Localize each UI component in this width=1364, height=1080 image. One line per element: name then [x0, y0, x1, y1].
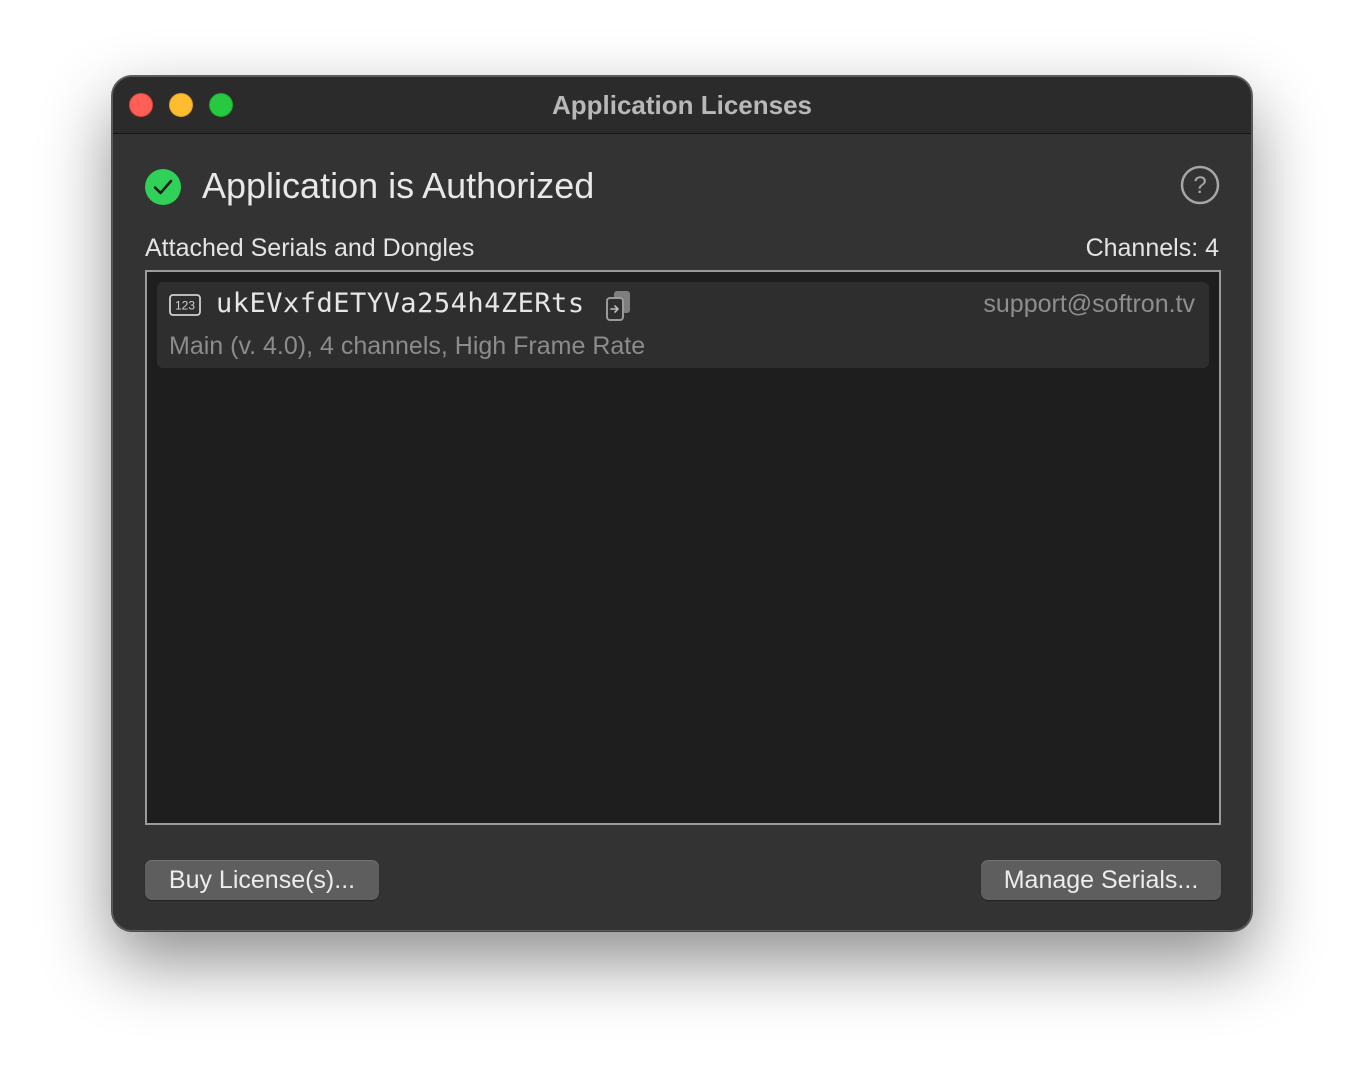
serial-row[interactable]: 123 ukEVxfdETYVa254h4ZERts support@softr…	[157, 282, 1209, 368]
title-bar[interactable]: Application Licenses	[113, 77, 1251, 134]
serial-number: ukEVxfdETYVa254h4ZERts	[216, 288, 585, 319]
window-title: Application Licenses	[551, 90, 813, 120]
buy-licenses-button[interactable]: Buy License(s)...	[145, 860, 379, 900]
serial-number-icon: 123	[169, 294, 201, 316]
svg-text:123: 123	[175, 299, 195, 313]
svg-text:?: ?	[1193, 172, 1206, 199]
checkmark-circle-icon	[145, 169, 181, 205]
channels-count: Channels: 4	[1085, 234, 1219, 262]
authorization-status: Application is Authorized	[202, 165, 595, 206]
serials-section-label: Attached Serials and Dongles	[145, 234, 475, 262]
serials-list[interactable]: 123 ukEVxfdETYVa254h4ZERts support@softr…	[145, 270, 1221, 825]
license-window: Application Licenses Application is Auth…	[112, 76, 1252, 931]
support-email: support@softron.tv	[983, 290, 1195, 318]
question-mark-circle-icon[interactable]: ?	[1180, 165, 1220, 205]
manage-serials-button[interactable]: Manage Serials...	[981, 860, 1221, 900]
copy-icon[interactable]	[605, 290, 633, 322]
serial-details: Main (v. 4.0), 4 channels, High Frame Ra…	[169, 332, 646, 360]
